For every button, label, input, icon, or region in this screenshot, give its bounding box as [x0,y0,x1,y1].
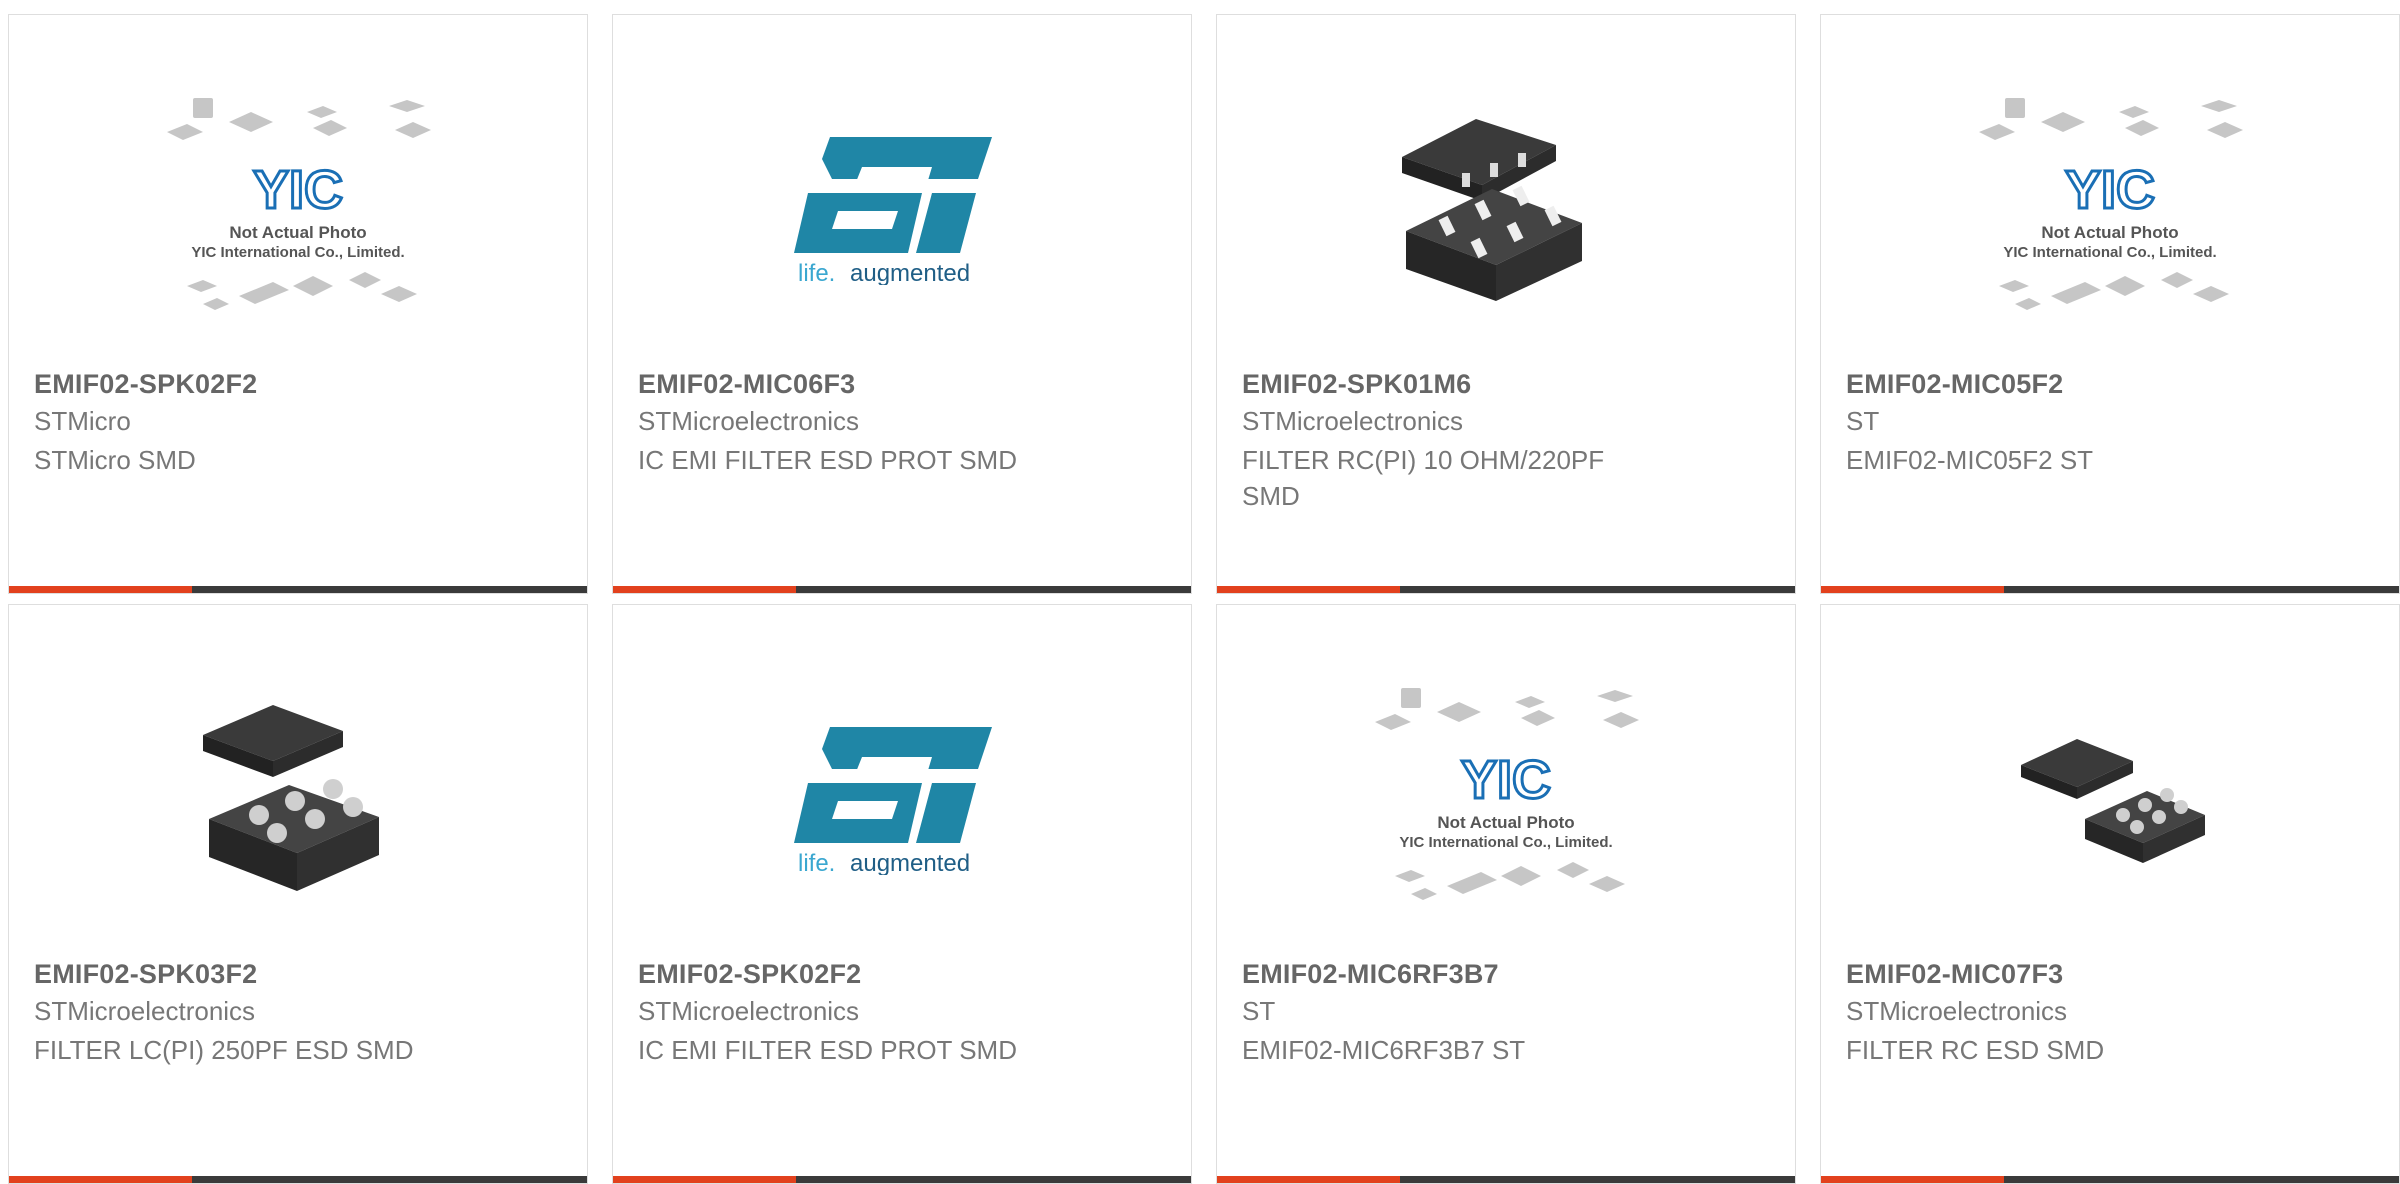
part-number[interactable]: EMIF02-MIC6RF3B7 [1242,959,1499,990]
product-image[interactable] [1217,65,1795,355]
card-bar-accent [1821,586,2004,593]
part-number[interactable]: EMIF02-SPK03F2 [34,959,257,990]
manufacturer: STMicro [34,406,131,436]
card-bar [1217,586,1795,593]
product-card[interactable]: life. augmented EMIF02-SPK02F2 STMicroel… [612,604,1192,1184]
product-card[interactable]: YIC Not Actual Photo YIC International C… [8,14,588,594]
card-bar [613,1176,1191,1183]
product-image[interactable]: YIC Not Actual Photo YIC International C… [1821,65,2399,355]
bga-chip-icon [2021,739,2205,863]
card-bar [9,1176,587,1183]
product-card[interactable]: EMIF02-SPK01M6 STMicroelectronics FILTER… [1216,14,1796,594]
placeholder-brand: YIC [2065,160,2155,220]
placeholder-image: YIC Not Actual Photo YIC International C… [1979,98,2243,310]
manufacturer: ST [1242,996,1276,1026]
placeholder-line1: Not Actual Photo [2041,223,2178,242]
description: FILTER LC(PI) 250PF ESD SMD [34,1035,414,1065]
card-bar-accent [1217,586,1400,593]
product-card[interactable]: YIC Not Actual Photo YIC International C… [1820,14,2400,594]
manufacturer: STMicroelectronics [34,996,256,1026]
description: EMIF02-MIC6RF3B7 ST [1242,1035,1526,1065]
st-tagline-b: augmented [850,850,970,875]
placeholder-line1: Not Actual Photo [1437,813,1574,832]
card-bar-accent [9,586,192,593]
part-number[interactable]: EMIF02-SPK01M6 [1242,369,1471,400]
product-grid: YIC Not Actual Photo YIC International C… [0,0,2400,1184]
card-bar-accent [1821,1176,2004,1183]
product-image[interactable]: life. augmented [613,655,1191,945]
placeholder-line2: YIC International Co., Limited. [2003,244,2216,261]
product-image[interactable] [1821,655,2399,945]
part-number[interactable]: EMIF02-SPK02F2 [34,369,257,400]
card-bar [613,586,1191,593]
st-tagline-a: life. [798,260,835,285]
product-card[interactable]: EMIF02-SPK03F2 STMicroelectronics FILTER… [8,604,588,1184]
placeholder-line1: Not Actual Photo [229,223,366,242]
card-bar [1821,586,2399,593]
placeholder-line2: YIC International Co., Limited. [191,244,404,261]
part-number[interactable]: EMIF02-SPK02F2 [638,959,861,990]
description: STMicro SMD [34,445,196,475]
part-number[interactable]: EMIF02-MIC05F2 [1846,369,2063,400]
manufacturer: STMicroelectronics [638,406,860,436]
manufacturer: STMicroelectronics [1242,406,1464,436]
product-image[interactable]: YIC Not Actual Photo YIC International C… [9,65,587,355]
card-bar-accent [613,1176,796,1183]
manufacturer: ST [1846,406,1880,436]
card-bar [1217,1176,1795,1183]
product-card[interactable]: EMIF02-MIC07F3 STMicroelectronics FILTER… [1820,604,2400,1184]
part-number[interactable]: EMIF02-MIC07F3 [1846,959,2063,990]
description: EMIF02-MIC05F2 ST [1846,445,2094,475]
card-bar-accent [1217,1176,1400,1183]
product-image[interactable] [9,655,587,945]
placeholder-image: YIC Not Actual Photo YIC International C… [167,98,431,310]
description: IC EMI FILTER ESD PROT SMD [638,445,1017,475]
st-tagline-b: augmented [850,260,970,285]
description: FILTER RC(PI) 10 OHM/220PF SMD [1242,445,1605,511]
bga-chip-icon [203,705,379,891]
placeholder-brand: YIC [253,160,343,220]
st-tagline-a: life. [798,850,835,875]
card-bar [1821,1176,2399,1183]
st-logo-icon: life. augmented [794,137,992,285]
st-logo-icon: life. augmented [794,727,992,875]
description: IC EMI FILTER ESD PROT SMD [638,1035,1017,1065]
placeholder-line2: YIC International Co., Limited. [1399,834,1612,851]
card-bar-accent [613,586,796,593]
product-card[interactable]: life. augmented EMIF02-MIC06F3 STMicroel… [612,14,1192,594]
description: FILTER RC ESD SMD [1846,1035,2105,1065]
manufacturer: STMicroelectronics [1846,996,2068,1026]
product-image[interactable]: YIC Not Actual Photo YIC International C… [1217,655,1795,945]
dfn-chip-icon [1402,119,1582,301]
placeholder-image: YIC Not Actual Photo YIC International C… [1375,688,1639,900]
product-card[interactable]: YIC Not Actual Photo YIC International C… [1216,604,1796,1184]
placeholder-brand: YIC [1461,750,1551,810]
card-bar [9,586,587,593]
part-number[interactable]: EMIF02-MIC06F3 [638,369,855,400]
card-bar-accent [9,1176,192,1183]
product-image[interactable]: life. augmented [613,65,1191,355]
manufacturer: STMicroelectronics [638,996,860,1026]
